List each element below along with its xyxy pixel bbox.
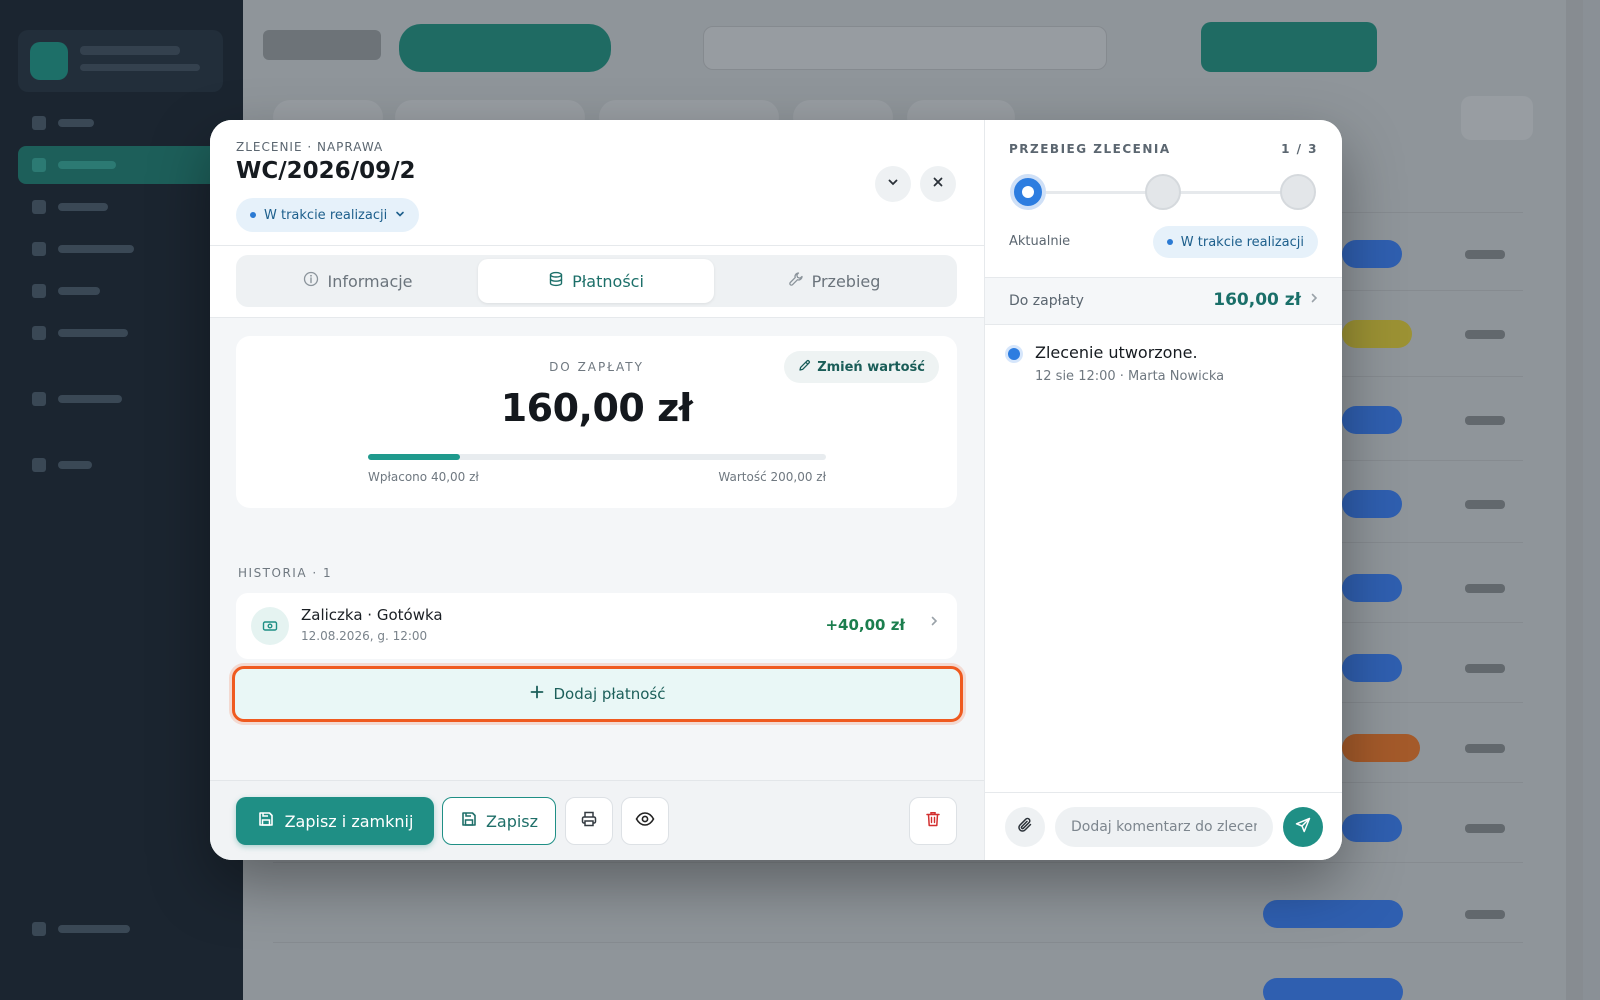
step-1[interactable] <box>1010 174 1046 210</box>
amount-due-row[interactable]: Do zapłaty 160,00 zł <box>985 277 1342 325</box>
chevron-down-icon <box>887 176 899 192</box>
payments-content: DO ZAPŁATY 160,00 zł Zmień wartość Wpłac… <box>210 318 984 780</box>
current-label: Aktualnie <box>1009 234 1071 249</box>
order-number: WC/2026/09/2 <box>236 158 416 184</box>
payment-history-item[interactable]: Zaliczka · Gotówka 12.08.2026, g. 12:00 … <box>236 593 957 659</box>
sidebar-item <box>18 380 223 418</box>
save-label: Zapisz <box>485 811 539 831</box>
progress-title: PRZEBIEG ZLECENIA <box>1009 142 1171 156</box>
due-row-value: 160,00 zł <box>1213 290 1301 310</box>
due-amount: 160,00 zł <box>500 386 693 430</box>
chevron-down-icon <box>395 209 405 222</box>
due-row-label: Do zapłaty <box>1009 293 1084 309</box>
sidebar-item <box>18 910 223 948</box>
save-and-close-label: Zapisz i zamknij <box>284 811 414 831</box>
info-icon <box>303 271 319 291</box>
sidebar-item <box>18 272 223 310</box>
printer-icon <box>580 810 598 832</box>
order-progress-panel: PRZEBIEG ZLECENIA 1 / 3 Aktualnie W trak… <box>984 120 1342 860</box>
step-3[interactable] <box>1280 174 1316 210</box>
tab-list: Informacje Płatności Przebieg <box>236 255 957 307</box>
sidebar-item <box>18 104 223 142</box>
sidebar-item <box>18 446 223 484</box>
timeline-dot <box>1008 348 1020 360</box>
close-icon <box>932 176 944 192</box>
wrench-icon <box>788 271 804 291</box>
attach-button[interactable] <box>1005 807 1045 847</box>
tab-przebieg[interactable]: Przebieg <box>716 259 952 303</box>
modal-header: ZLECENIE · NAPRAWA WC/2026/09/2 W trakci… <box>210 120 984 246</box>
timeline-event-meta: 12 sie 12:00 · Marta Nowicka <box>1035 369 1225 384</box>
trash-icon <box>924 810 942 832</box>
timeline-event-title: Zlecenie utworzone. <box>1035 343 1198 362</box>
sidebar-item <box>18 230 223 268</box>
tab-label: Informacje <box>327 271 413 291</box>
sidebar <box>0 0 243 1000</box>
status-label: W trakcie realizacji <box>264 207 388 223</box>
tab-label: Płatności <box>572 271 644 291</box>
payment-progress-bar <box>368 454 826 460</box>
payment-date: 12.08.2026, g. 12:00 <box>301 629 428 643</box>
tab-label: Przebieg <box>811 271 881 291</box>
database-icon <box>548 271 564 291</box>
collapse-button[interactable] <box>875 166 911 202</box>
add-payment-button[interactable]: Dodaj płatność <box>232 666 963 722</box>
history-label: HISTORIA · 1 <box>238 566 333 580</box>
avatar <box>30 42 68 80</box>
comment-input[interactable] <box>1055 807 1273 847</box>
pencil-icon <box>798 359 811 376</box>
progress-step-count: 1 / 3 <box>1281 142 1318 156</box>
plus-icon <box>530 685 544 703</box>
paid-amount-label: Wpłacono 40,00 zł <box>368 470 479 484</box>
send-icon <box>1294 816 1312 838</box>
send-comment-button[interactable] <box>1283 807 1323 847</box>
close-button[interactable] <box>920 166 956 202</box>
payment-amount: +40,00 zł <box>825 616 905 634</box>
tab-platnosci[interactable]: Płatności <box>478 259 714 303</box>
sidebar-item <box>18 314 223 352</box>
step-2[interactable] <box>1145 174 1181 210</box>
status-dot <box>250 212 256 218</box>
eye-icon <box>635 810 655 832</box>
current-status-label: W trakcie realizacji <box>1180 234 1304 250</box>
paperclip-icon <box>1016 816 1034 838</box>
user-card <box>18 30 223 92</box>
payment-title: Zaliczka · Gotówka <box>301 606 443 624</box>
payment-progress-fill <box>368 454 460 460</box>
tabs-bar: Informacje Płatności Przebieg <box>210 246 984 318</box>
save-button[interactable]: Zapisz <box>442 797 556 845</box>
current-status-badge: W trakcie realizacji <box>1152 226 1318 258</box>
save-icon <box>460 810 478 832</box>
chevron-right-icon <box>929 615 939 631</box>
chevron-right-icon <box>1309 292 1319 308</box>
sidebar-item <box>18 146 223 184</box>
status-dropdown[interactable]: W trakcie realizacji <box>236 198 420 232</box>
order-main-panel: ZLECENIE · NAPRAWA WC/2026/09/2 W trakci… <box>210 120 984 860</box>
change-value-button[interactable]: Zmień wartość <box>784 351 939 383</box>
delete-button[interactable] <box>909 797 957 845</box>
change-value-label: Zmień wartość <box>817 359 925 375</box>
order-type-eyebrow: ZLECENIE · NAPRAWA <box>236 140 384 154</box>
modal-footer: Zapisz i zamknij Zapisz <box>210 780 984 860</box>
total-value-label: Wartość 200,00 zł <box>718 470 826 484</box>
add-payment-label: Dodaj płatność <box>553 685 666 703</box>
sidebar-item <box>18 188 223 226</box>
tab-informacje[interactable]: Informacje <box>240 259 476 303</box>
amount-due-card: DO ZAPŁATY 160,00 zł Zmień wartość Wpłac… <box>236 336 957 508</box>
status-dot <box>1166 239 1173 245</box>
save-icon <box>257 810 275 832</box>
print-button[interactable] <box>565 797 613 845</box>
comment-bar <box>985 792 1342 860</box>
save-and-close-button[interactable]: Zapisz i zamknij <box>236 797 434 845</box>
preview-button[interactable] <box>621 797 669 845</box>
order-modal: ZLECENIE · NAPRAWA WC/2026/09/2 W trakci… <box>210 120 1342 860</box>
cash-icon <box>251 607 289 645</box>
